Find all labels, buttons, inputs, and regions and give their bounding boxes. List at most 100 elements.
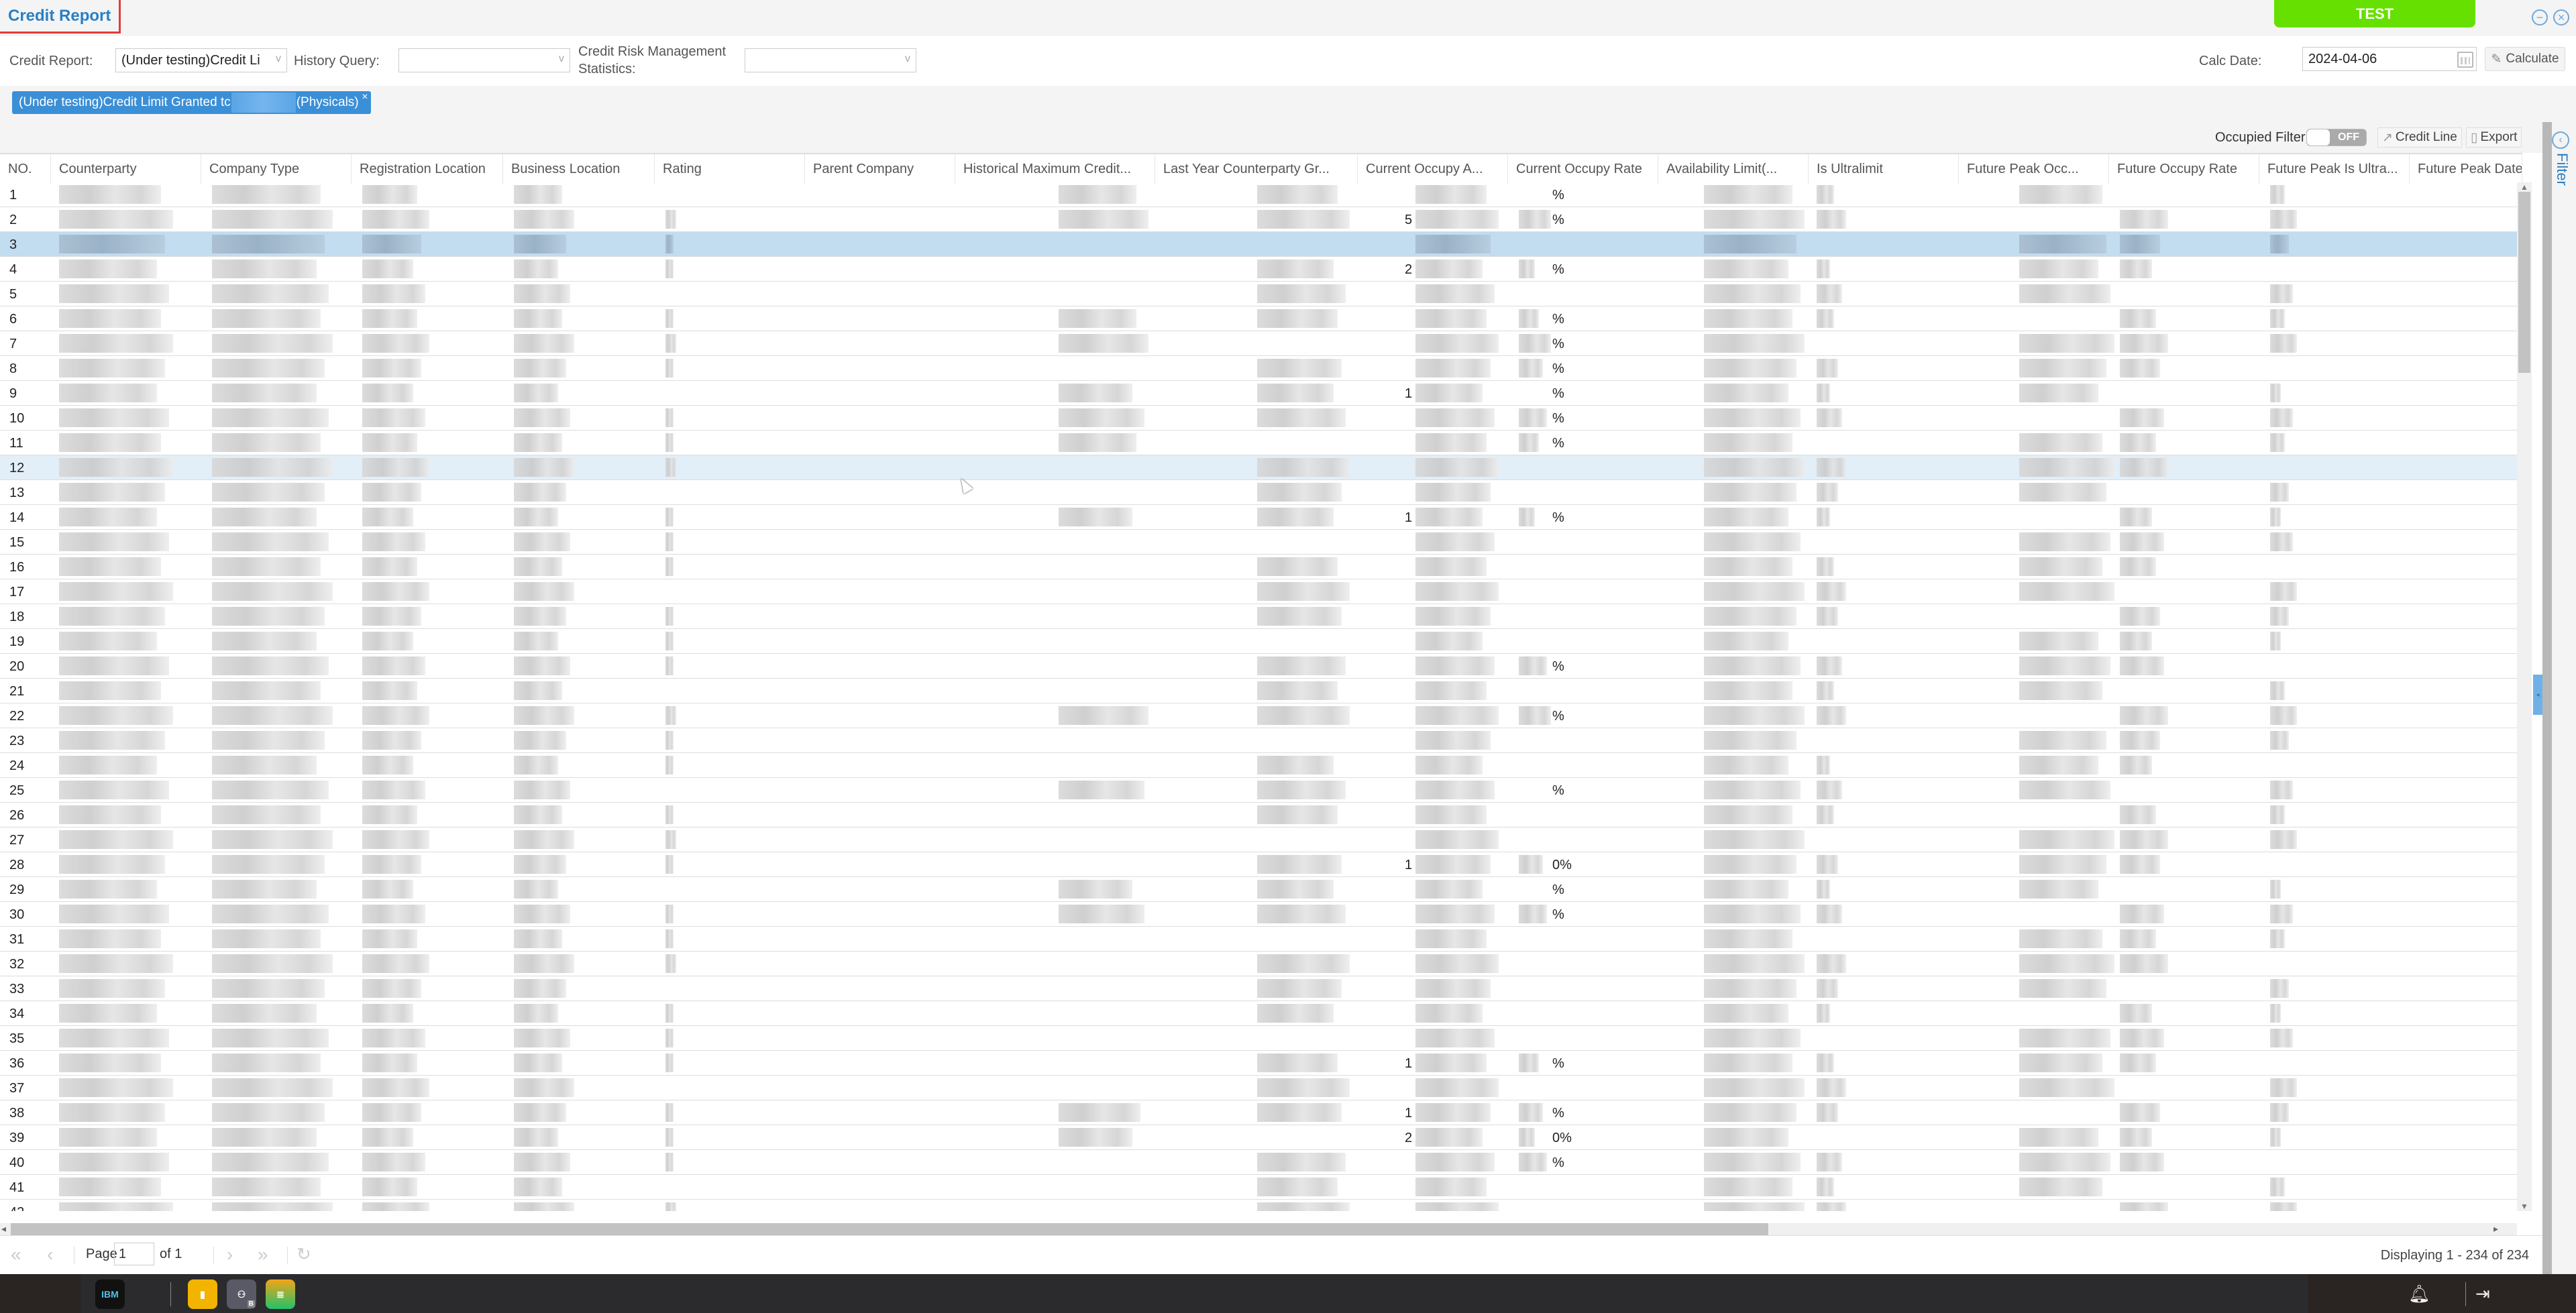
database-app-icon[interactable]: ▮ xyxy=(188,1279,217,1309)
redacted-cell xyxy=(665,359,674,378)
table-row[interactable]: 41 xyxy=(0,1175,2517,1200)
tag-close-icon[interactable]: × xyxy=(362,91,368,103)
table-row[interactable]: 29% xyxy=(0,877,2517,902)
table-row[interactable]: 14 1% xyxy=(0,505,2517,530)
table-row[interactable]: 21 xyxy=(0,679,2517,703)
table-row[interactable]: 17 xyxy=(0,579,2517,604)
column-header[interactable]: Registration Location xyxy=(352,154,503,184)
credit-report-select[interactable]: (Under testing)Credit Li v xyxy=(115,48,287,72)
table-row[interactable]: 3 xyxy=(0,232,2517,257)
notification-bell-icon[interactable]: 🔔︎ xyxy=(2408,1283,2430,1304)
prev-page-icon[interactable]: ‹ xyxy=(47,1244,53,1265)
redacted-cell xyxy=(665,260,674,278)
table-row[interactable]: 39 2 0% xyxy=(0,1125,2517,1150)
table-row[interactable]: 26 xyxy=(0,803,2517,827)
logout-icon[interactable]: ⇥ xyxy=(2475,1283,2490,1304)
table-row[interactable]: 28 1 0% xyxy=(0,852,2517,877)
column-header[interactable]: Counterparty xyxy=(51,154,201,184)
tab-credit-report[interactable]: Credit Report xyxy=(0,0,121,34)
calculate-button[interactable]: ✎ Calculate xyxy=(2485,47,2565,71)
scroll-left-icon[interactable]: ◂ xyxy=(1,1223,6,1235)
table-row[interactable]: 27 xyxy=(0,827,2517,852)
horizontal-scroll-thumb[interactable] xyxy=(11,1223,1768,1235)
table-row[interactable]: 40% xyxy=(0,1150,2517,1175)
column-header[interactable]: Rating xyxy=(655,154,805,184)
column-header[interactable]: Future Occupy Rate xyxy=(2109,154,2259,184)
credit-line-button[interactable]: ↗ Credit Line xyxy=(2377,127,2462,148)
scroll-right-icon[interactable]: ▸ xyxy=(2493,1223,2498,1235)
column-header[interactable]: Business Location xyxy=(503,154,655,184)
refresh-icon[interactable]: ↻ xyxy=(297,1244,311,1265)
table-row[interactable]: 9 1% xyxy=(0,381,2517,406)
ibm-app-icon[interactable]: IBM xyxy=(95,1279,125,1309)
report-app-icon[interactable]: ≣ xyxy=(266,1279,295,1309)
column-header[interactable]: Future Peak Date xyxy=(2410,154,2522,184)
table-row[interactable]: 5 xyxy=(0,282,2517,306)
last-page-icon[interactable]: » xyxy=(258,1244,268,1265)
vertical-scroll-thumb[interactable] xyxy=(2518,192,2530,373)
table-row[interactable]: 7% xyxy=(0,331,2517,356)
table-row[interactable]: 38 1% xyxy=(0,1100,2517,1125)
table-row[interactable]: 33 xyxy=(0,976,2517,1001)
first-page-icon[interactable]: « xyxy=(11,1244,21,1265)
table-row[interactable]: 23 xyxy=(0,728,2517,753)
column-header[interactable]: Historical Maximum Credit... xyxy=(955,154,1155,184)
table-row[interactable]: 4 2% xyxy=(0,257,2517,282)
table-row[interactable]: 31 xyxy=(0,927,2517,952)
column-header[interactable]: Parent Company xyxy=(805,154,955,184)
report-tag[interactable]: (Under testing)Credit Limit Granted tc (… xyxy=(12,91,371,114)
column-header[interactable]: Is Ultralimit xyxy=(1809,154,1959,184)
collapse-handle[interactable]: ◂ xyxy=(2533,675,2542,715)
close-icon[interactable]: × xyxy=(2553,9,2569,25)
page-number-input[interactable]: 1 xyxy=(114,1243,154,1265)
table-row[interactable]: 8% xyxy=(0,356,2517,381)
table-row[interactable]: 15 xyxy=(0,530,2517,555)
table-row[interactable]: 36 1% xyxy=(0,1051,2517,1076)
history-query-select[interactable]: v xyxy=(398,48,570,72)
table-row[interactable]: 12 xyxy=(0,455,2517,480)
calc-date-input[interactable]: 2024-04-06 xyxy=(2302,47,2477,71)
minimize-icon[interactable]: − xyxy=(2532,9,2548,25)
occupied-filter-toggle[interactable]: OFF xyxy=(2306,129,2367,146)
redacted-cell xyxy=(1704,805,1792,824)
filter-panel-toggle[interactable]: ‹ Filter xyxy=(2549,131,2576,186)
table-row[interactable]: 16 xyxy=(0,555,2517,579)
table-row[interactable]: 30% xyxy=(0,902,2517,927)
calendar-icon[interactable] xyxy=(2457,52,2473,68)
table-row[interactable]: 37 xyxy=(0,1076,2517,1100)
table-row[interactable]: 34 xyxy=(0,1001,2517,1026)
table-row[interactable]: 24 xyxy=(0,753,2517,778)
table-row[interactable]: 25% xyxy=(0,207,2517,232)
table-row[interactable]: 42 0.00 0.00 NO xyxy=(0,1200,2517,1211)
export-button[interactable]: ▯ Export xyxy=(2466,127,2522,148)
scroll-up-icon[interactable]: ▲ xyxy=(2520,182,2528,192)
table-row[interactable]: 22% xyxy=(0,703,2517,728)
column-header[interactable]: Availability Limit(... xyxy=(1658,154,1809,184)
scroll-down-icon[interactable]: ▼ xyxy=(2520,1202,2528,1211)
column-header[interactable]: Last Year Counterparty Gr... xyxy=(1155,154,1358,184)
crm-stats-select[interactable]: v xyxy=(745,48,916,72)
table-row[interactable]: 32 xyxy=(0,952,2517,976)
table-row[interactable]: 25% xyxy=(0,778,2517,803)
table-row[interactable]: 6% xyxy=(0,306,2517,331)
table-row[interactable]: 13 xyxy=(0,480,2517,505)
column-header[interactable]: NO. xyxy=(0,154,51,184)
vertical-scrollbar[interactable]: ▲ ▼ xyxy=(2517,182,2532,1211)
column-header[interactable]: Future Peak Occ... xyxy=(1959,154,2109,184)
redacted-cell xyxy=(514,334,574,353)
table-row[interactable]: 20% xyxy=(0,654,2517,679)
table-row[interactable]: 35 xyxy=(0,1026,2517,1051)
column-header[interactable]: Current Occupy Rate xyxy=(1508,154,1658,184)
horizontal-scrollbar[interactable]: ◂ ▸ xyxy=(0,1223,2517,1235)
column-header[interactable]: Current Occupy A... xyxy=(1358,154,1508,184)
column-header[interactable]: Future Peak Is Ultra... xyxy=(2259,154,2410,184)
table-row[interactable]: 11% xyxy=(0,431,2517,455)
table-row[interactable]: 10% xyxy=(0,406,2517,431)
table-row[interactable]: 18 xyxy=(0,604,2517,629)
table-row[interactable]: 1% xyxy=(0,182,2517,207)
column-header[interactable]: Company Type xyxy=(201,154,352,184)
next-page-icon[interactable]: › xyxy=(227,1244,233,1265)
table-row[interactable]: 19 xyxy=(0,629,2517,654)
org-chart-app-icon[interactable]: ⚇ B xyxy=(227,1279,256,1309)
redacted-cell xyxy=(1415,979,1491,998)
